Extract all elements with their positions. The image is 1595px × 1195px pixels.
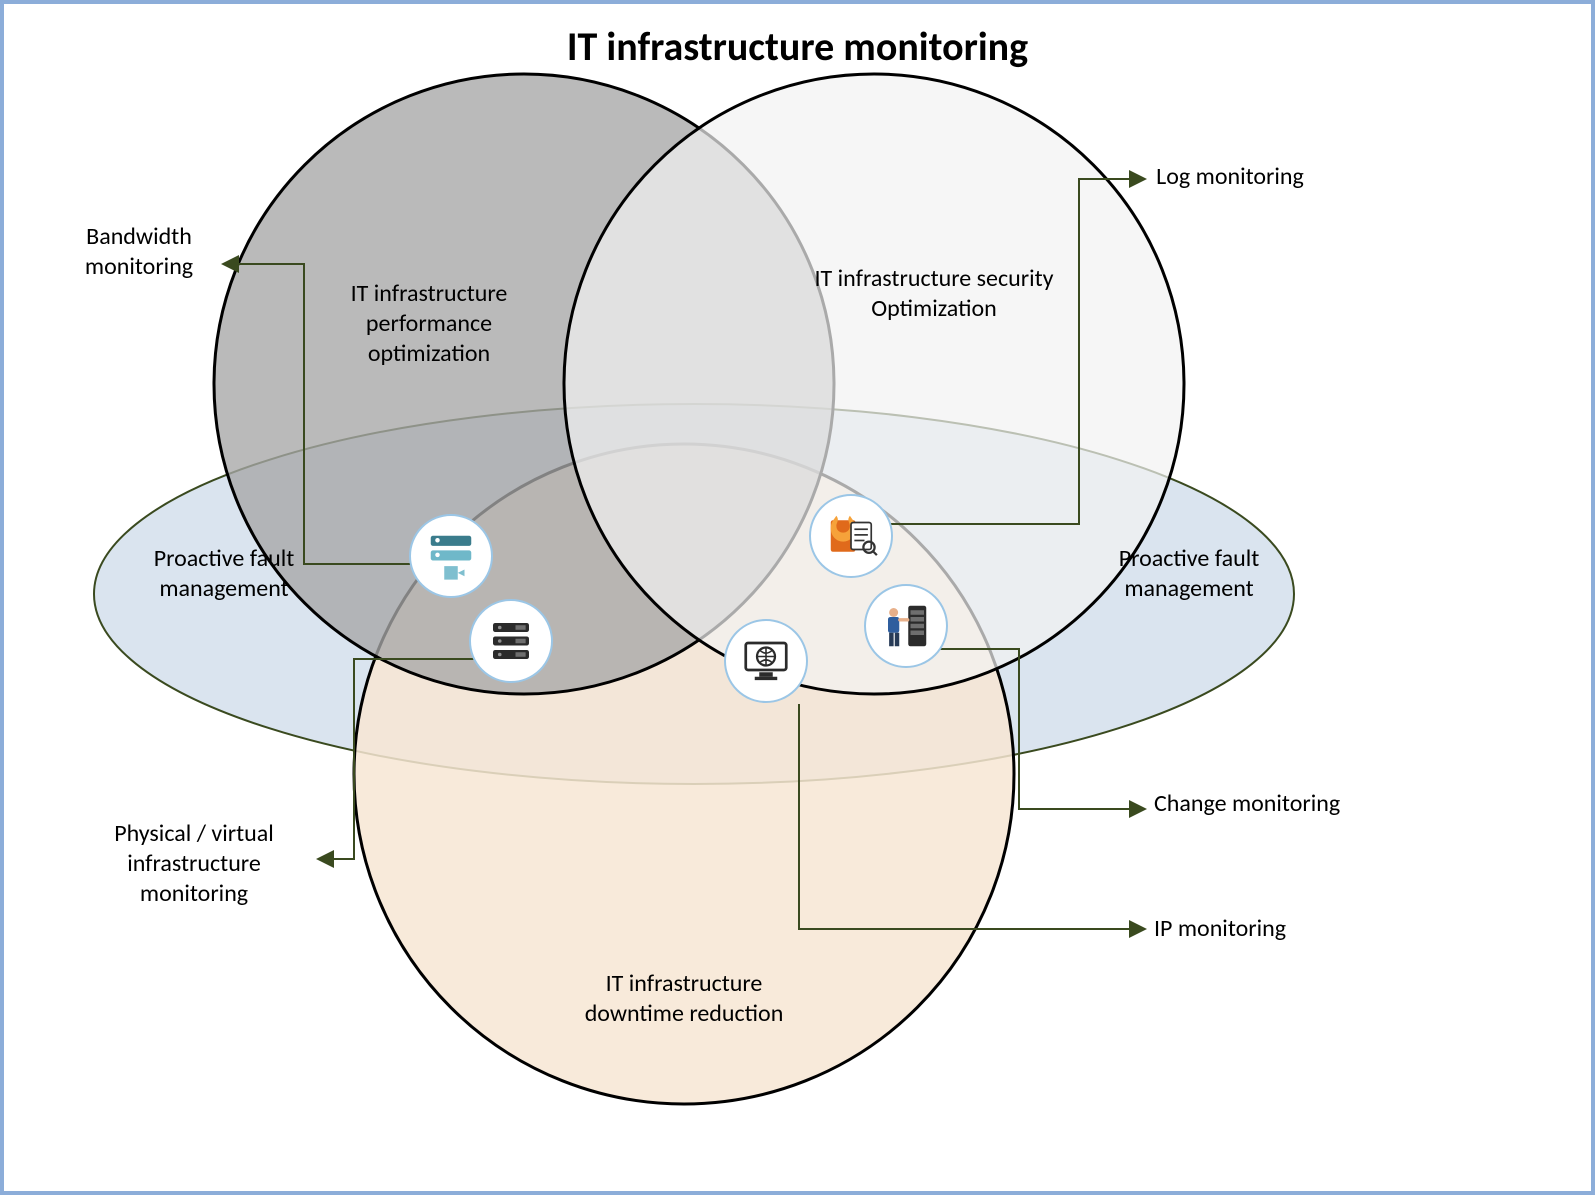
callout-bandwidth: Bandwidth monitoring — [59, 222, 219, 282]
admin-rack-icon — [864, 584, 948, 668]
server-stack-icon — [469, 599, 553, 683]
callout-physical: Physical / virtual infrastructure monito… — [74, 819, 314, 909]
callout-ip: IP monitoring — [1154, 914, 1374, 944]
label-security: IT infrastructure security Optimization — [809, 264, 1059, 324]
callout-change: Change monitoring — [1154, 789, 1354, 819]
label-proactive-left: Proactive fault management — [124, 544, 324, 604]
label-performance: IT infrastructure performance optimizati… — [304, 279, 554, 369]
label-proactive-right: Proactive fault management — [1089, 544, 1289, 604]
globe-monitor-icon — [724, 619, 808, 703]
server-network-icon — [409, 514, 493, 598]
label-downtime: IT infrastructure downtime reduction — [559, 969, 809, 1029]
firewall-log-icon — [809, 494, 893, 578]
callout-log: Log monitoring — [1150, 162, 1310, 192]
diagram-frame: IT infrastructure monitoring — [0, 0, 1595, 1195]
